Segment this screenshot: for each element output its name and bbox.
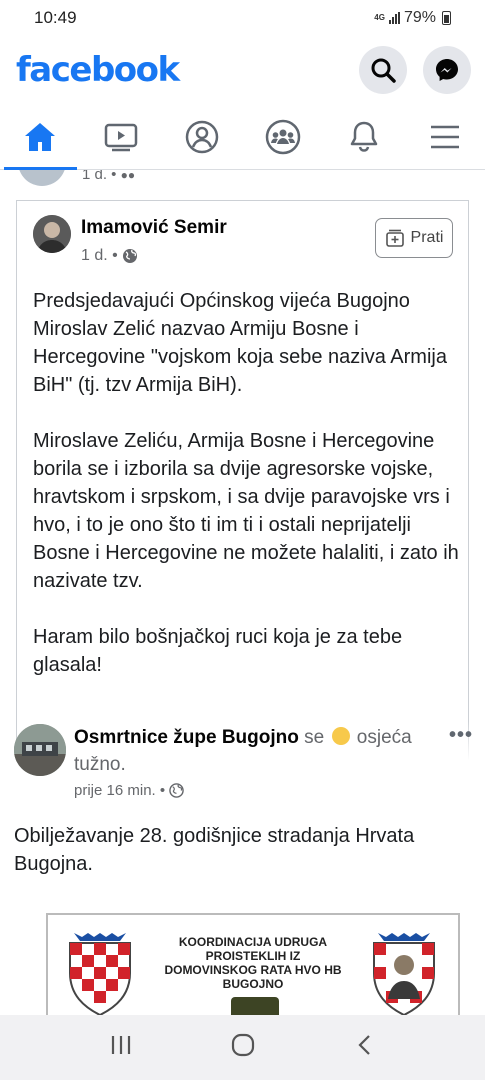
back-button[interactable] [353, 1033, 377, 1062]
tab-profile[interactable] [162, 104, 243, 169]
post-paragraph: Haram bilo bošnjačkoj ruci koja je za te… [33, 626, 403, 676]
post-meta: prije 16 min. • [74, 782, 184, 799]
friends-icon: ●● [120, 170, 136, 182]
previous-post-meta: 1 d. • ●● [82, 170, 136, 183]
groups-icon [265, 119, 301, 154]
post-author-name[interactable]: Imamović Semir [81, 217, 227, 239]
battery-icon [442, 11, 451, 25]
hamburger-icon [430, 125, 459, 148]
tab-menu[interactable] [404, 104, 485, 169]
previous-post-remnant: 1 d. • ●● [0, 170, 485, 186]
page-photo-icon [14, 724, 66, 776]
signal-icon [388, 12, 400, 24]
bell-icon [350, 121, 377, 152]
shared-post-header: Imamović Semir 1 d. • Prati [33, 215, 453, 275]
video-icon [104, 123, 138, 151]
avatar[interactable] [14, 724, 66, 776]
follow-button[interactable]: Prati [375, 218, 453, 258]
shared-post-card[interactable]: Imamović Semir 1 d. • Prati Predsjedavaj… [16, 200, 470, 761]
follow-icon [385, 229, 404, 247]
checkered-crest-icon [69, 933, 131, 1015]
messenger-button[interactable] [423, 46, 471, 94]
facebook-logo: facebook [16, 50, 180, 90]
battery-percent: 79% [403, 9, 436, 26]
post-time[interactable]: 1 d. • [81, 247, 118, 265]
home-circle-icon [231, 1033, 254, 1057]
previous-post-avatar [18, 170, 66, 186]
follow-label: Prati [410, 229, 444, 246]
portrait-crest-icon [373, 933, 435, 1015]
app-header: facebook [0, 36, 485, 104]
tab-notifications[interactable] [323, 104, 404, 169]
status-bar: 10:49 4G 79% [0, 0, 485, 36]
post-text: Obilježavanje 28. godišnjice stradanja H… [14, 825, 415, 875]
tab-watch[interactable] [81, 104, 162, 169]
image-caption-text: KOORDINACIJA UDRUGA PROISTEKLIH IZ DOMOV… [164, 935, 342, 991]
tab-home[interactable] [0, 104, 81, 170]
globe-icon [122, 249, 137, 263]
recent-apps-icon [111, 1036, 130, 1054]
sad-emoji-icon [331, 727, 350, 745]
tab-groups[interactable] [242, 104, 323, 169]
globe-icon [169, 783, 184, 798]
post-paragraph: Miroslave Zeliću, Armija Bosne i Hercego… [33, 430, 459, 592]
post-meta: 1 d. • [81, 247, 138, 265]
emblem-icon [231, 997, 279, 1015]
network-type: 4G [374, 13, 385, 22]
news-feed[interactable]: 1 d. • ●● Imamović Semir 1 d. • Prati Pr… [0, 170, 485, 1015]
post-time[interactable]: prije 16 min. • [74, 782, 165, 799]
system-navigation-bar [0, 1015, 485, 1080]
shared-post-text: Predsjedavajući Općinskog vijeća Bugojno… [33, 287, 463, 707]
main-nav-tabs [0, 104, 485, 170]
feeling-prefix: se [304, 727, 325, 748]
post-title: Osmrtnice župe Bugojno se osjeća tužno. [74, 724, 444, 778]
post-paragraph: Predsjedavajući Općinskog vijeća Bugojno… [33, 290, 447, 396]
back-icon [357, 1035, 370, 1055]
recent-apps-button[interactable] [109, 1033, 133, 1062]
search-icon [371, 58, 396, 83]
search-button[interactable] [359, 46, 407, 94]
profile-icon [185, 120, 219, 153]
more-options-icon[interactable]: ••• [449, 724, 473, 747]
messenger-icon [436, 59, 458, 81]
page-name[interactable]: Osmrtnice župe Bugojno [74, 727, 299, 748]
status-indicators: 4G 79% [374, 9, 451, 27]
post-image[interactable]: KOORDINACIJA UDRUGA PROISTEKLIH IZ DOMOV… [46, 913, 460, 1015]
person-photo-icon [33, 215, 71, 253]
avatar[interactable] [33, 215, 71, 253]
status-time: 10:49 [34, 8, 77, 27]
home-icon [25, 122, 56, 151]
home-button[interactable] [230, 1032, 256, 1063]
